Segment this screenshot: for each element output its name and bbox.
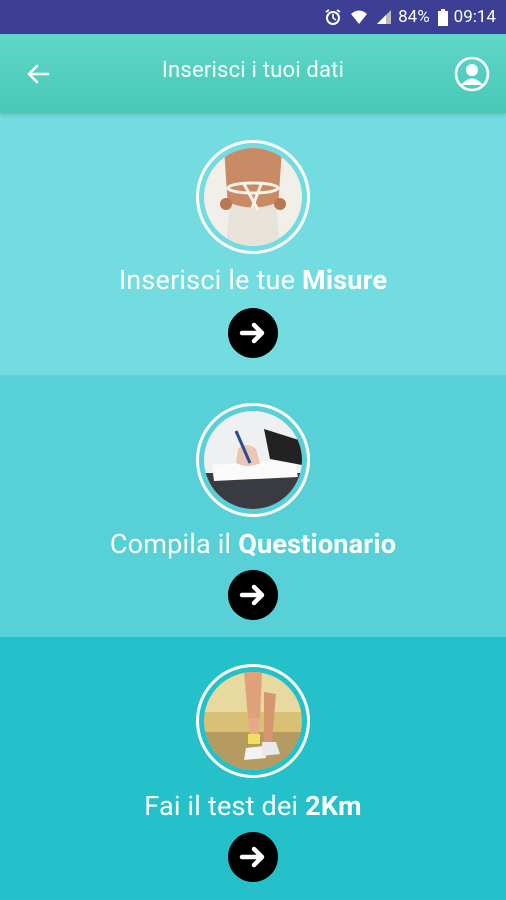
user-circle-icon bbox=[454, 56, 490, 92]
waist-measure-photo bbox=[196, 140, 310, 254]
app-bar: Inserisci i tuoi dati bbox=[0, 34, 506, 113]
arrow-right-icon bbox=[239, 584, 265, 606]
battery-icon bbox=[437, 8, 448, 26]
section-2km-test[interactable]: Fai il test dei 2Km bbox=[0, 637, 506, 900]
runner-legs-photo bbox=[196, 664, 310, 778]
signal-icon bbox=[376, 9, 392, 25]
2km-test-arrow-button[interactable] bbox=[228, 832, 278, 882]
writing-hand-photo bbox=[196, 403, 310, 517]
questionnaire-label: Compila il Questionario bbox=[109, 528, 397, 560]
profile-button[interactable] bbox=[454, 56, 490, 92]
arrow-right-icon bbox=[239, 322, 265, 344]
section-measurements[interactable]: Inserisci le tue Misure bbox=[0, 113, 506, 375]
alarm-icon bbox=[324, 8, 342, 26]
measurements-arrow-button[interactable] bbox=[228, 308, 278, 358]
2km-test-label: Fai il test dei 2Km bbox=[144, 790, 362, 822]
arrow-right-icon bbox=[239, 846, 265, 868]
questionnaire-arrow-button[interactable] bbox=[228, 570, 278, 620]
status-bar: 84% 09:14 bbox=[0, 0, 506, 34]
page-title: Inserisci i tuoi dati bbox=[161, 58, 345, 83]
clock: 09:14 bbox=[453, 7, 496, 27]
section-questionnaire[interactable]: Compila il Questionario bbox=[0, 376, 506, 637]
measurements-label: Inserisci le tue Misure bbox=[118, 264, 388, 296]
wifi-icon bbox=[350, 9, 368, 25]
battery-percent: 84% bbox=[398, 7, 430, 27]
